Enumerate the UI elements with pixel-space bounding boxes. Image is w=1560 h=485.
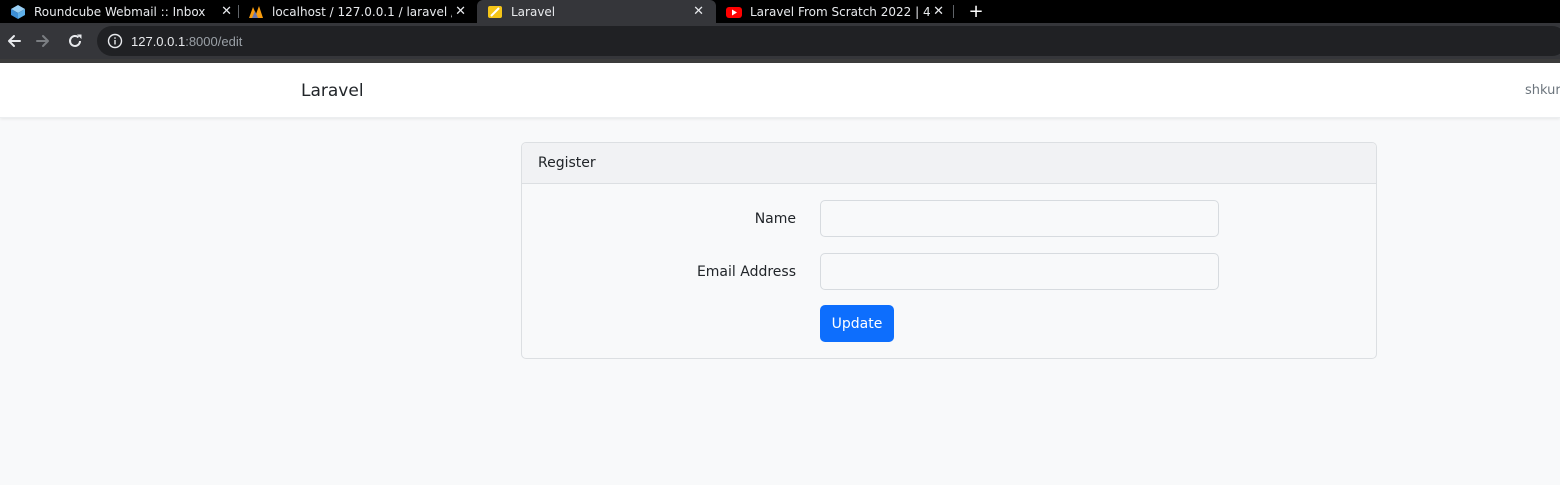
- user-menu-link[interactable]: shkur: [1525, 63, 1560, 118]
- browser-tab-bar: Roundcube Webmail :: Inbox ✕ localhost /…: [0, 0, 1560, 23]
- tab-close-icon[interactable]: ✕: [933, 0, 944, 23]
- url-path: :8000/edit: [185, 33, 243, 49]
- tab-close-icon[interactable]: ✕: [693, 0, 704, 23]
- browser-tab-active[interactable]: Laravel ✕: [477, 0, 716, 23]
- address-bar[interactable]: 127.0.0.1:8000/edit: [97, 26, 1560, 56]
- back-button[interactable]: [0, 23, 28, 59]
- info-icon[interactable]: [107, 33, 123, 49]
- register-card: Register Name Email Address Update: [521, 142, 1377, 359]
- tab-title: Laravel: [511, 4, 556, 19]
- tab-separator: [238, 5, 239, 18]
- url-text[interactable]: 127.0.0.1:8000/edit: [131, 26, 242, 56]
- youtube-favicon-icon: [726, 4, 742, 20]
- tab-separator: [953, 5, 954, 18]
- tab-title: localhost / 127.0.0.1 / laravel / u: [272, 4, 452, 19]
- tab-title: Roundcube Webmail :: Inbox: [34, 4, 206, 19]
- tab-title: Laravel From Scratch 2022 | 4+: [750, 4, 932, 19]
- app-navbar: Laravel shkur: [0, 63, 1560, 118]
- name-input[interactable]: [820, 200, 1219, 237]
- browser-toolbar: 127.0.0.1:8000/edit: [0, 23, 1560, 59]
- reload-button[interactable]: [61, 23, 89, 59]
- browser-tab[interactable]: Roundcube Webmail :: Inbox ✕: [10, 0, 240, 23]
- email-label: Email Address: [696, 263, 796, 280]
- browser-tab[interactable]: localhost / 127.0.0.1 / laravel / u ✕: [248, 0, 474, 23]
- reload-icon: [69, 34, 82, 47]
- card-header: Register: [522, 143, 1376, 184]
- email-input[interactable]: [820, 253, 1219, 290]
- url-host: 127.0.0.1: [131, 33, 186, 49]
- name-label: Name: [754, 210, 796, 227]
- tab-close-icon[interactable]: ✕: [221, 0, 232, 23]
- roundcube-favicon-icon: [10, 4, 26, 20]
- back-arrow-icon: [8, 35, 21, 47]
- laravel-favicon-icon: [487, 4, 503, 20]
- navbar-brand[interactable]: Laravel: [301, 63, 364, 118]
- tab-close-icon[interactable]: ✕: [455, 0, 466, 23]
- forward-arrow-icon: [36, 35, 49, 47]
- new-tab-button[interactable]: +: [966, 0, 986, 23]
- update-button[interactable]: Update: [820, 305, 894, 342]
- phpmyadmin-favicon-icon: [248, 4, 264, 20]
- browser-tab[interactable]: Laravel From Scratch 2022 | 4+ ✕: [726, 0, 952, 23]
- forward-button[interactable]: [29, 23, 57, 59]
